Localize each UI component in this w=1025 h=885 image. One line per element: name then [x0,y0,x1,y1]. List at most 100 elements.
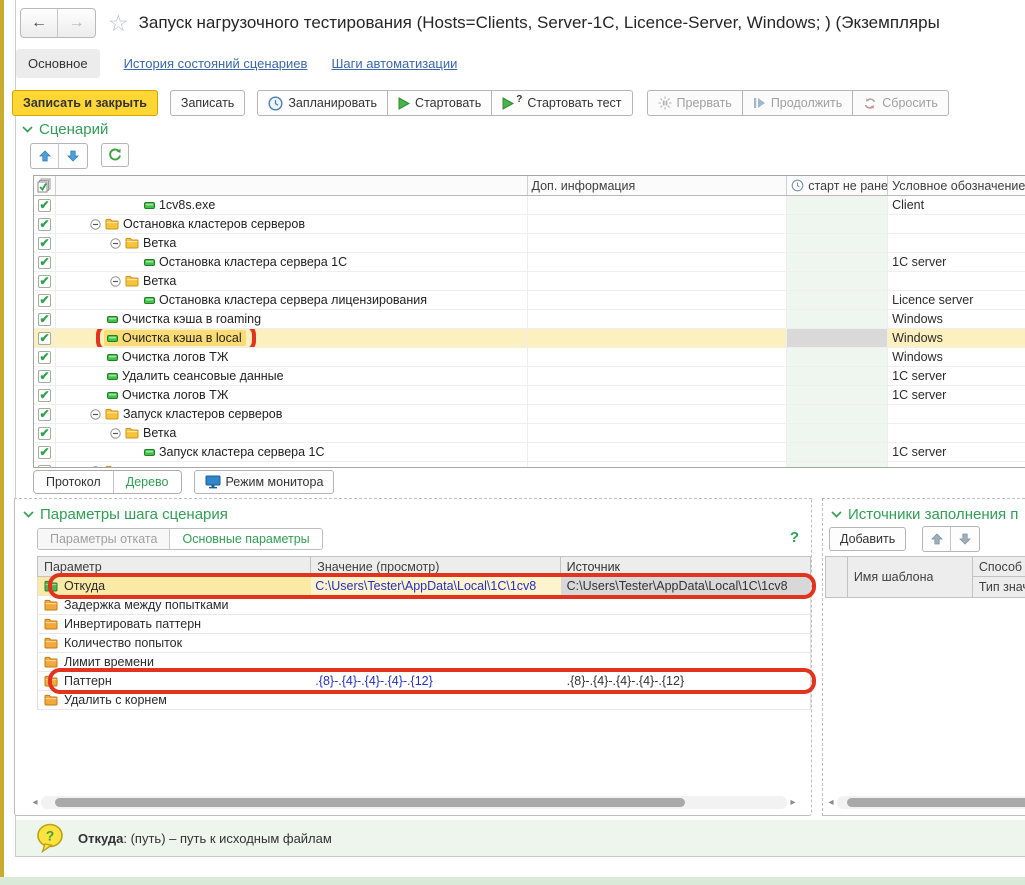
tree-item-annotated[interactable]: Очистка кэша в local [104,330,246,346]
collapse-toggle-icon[interactable] [110,238,121,249]
collapse-toggle-icon[interactable] [110,428,121,439]
tree-row[interactable]: ✔Очистка кэша в localWindows [34,329,1025,348]
tree-row[interactable]: ✔Очистка кэша в roamingWindows [34,310,1025,329]
scrollbar-track[interactable] [837,796,1025,809]
checkbox-checked-icon[interactable]: ✔ [38,218,51,231]
param-row[interactable]: Удалить с корнем [37,691,811,710]
collapse-toggle-icon[interactable] [90,409,101,420]
param-source-cell[interactable]: C:\Users\Tester\AppData\Local\1C\1cv8 [561,577,810,595]
checkbox-checked-icon[interactable]: ✔ [38,465,51,469]
tree-item[interactable]: Запуск кластера сервера 1С [141,444,329,460]
tree-row[interactable]: ✔ Остановка кластеров серверов [34,215,1025,234]
move-down-button[interactable] [951,527,979,551]
params-section-header[interactable]: Параметры шага сценария [23,506,228,523]
scroll-left-arrow[interactable]: ◂ [825,797,837,808]
tree-row[interactable]: ✔Ветка [34,272,1025,291]
tree-item[interactable]: 1cv8s.exe [141,197,219,213]
scroll-right-arrow[interactable]: ▸ [787,797,799,808]
tree-item[interactable]: Остановка кластеров серверов [87,216,309,232]
param-source-cell[interactable] [561,634,810,652]
name-column-header[interactable] [56,176,528,195]
rollback-params-tab[interactable]: Параметры отката [38,529,169,549]
save-button[interactable]: Записать [170,90,245,116]
param-value-cell[interactable] [311,653,560,671]
collapse-toggle-icon[interactable] [90,219,101,230]
tree-row[interactable]: ✔ [34,462,1025,468]
tree-item[interactable]: Очистка логов ТЖ [104,387,232,403]
main-params-tab[interactable]: Основные параметры [169,529,321,549]
value-type-column-header[interactable]: Тип знач [973,577,1025,597]
monitor-mode-button[interactable]: Режим монитора [194,470,335,494]
tree-tab[interactable]: Дерево [113,471,181,493]
tree-item[interactable]: Ветка [107,425,180,441]
schedule-button[interactable]: Запланировать [257,90,387,116]
tree-row[interactable]: ✔Запуск кластера сервера 1С1C server [34,443,1025,462]
move-up-button[interactable] [31,144,59,168]
tab-scenario-history[interactable]: История состояний сценариев [124,56,308,71]
checkbox-checked-icon[interactable]: ✔ [38,408,51,421]
checkbox-checked-icon[interactable]: ✔ [38,256,51,269]
param-value-cell[interactable] [311,634,560,652]
source-column-header[interactable]: Источник [561,557,810,576]
tree-row[interactable]: ✔Остановка кластера сервера 1С1C server [34,253,1025,272]
scrollbar-track[interactable] [41,796,787,809]
start-column-header[interactable]: старт не ранее.. [787,176,888,195]
scrollbar-thumb[interactable] [55,798,685,807]
save-and-close-button[interactable]: Записать и закрыть [12,90,158,116]
start-test-button[interactable]: ? Стартовать тест [491,90,632,116]
tree-row[interactable]: ✔Ветка [34,234,1025,253]
checkbox-checked-icon[interactable]: ✔ [38,332,51,345]
param-value-cell[interactable]: .{8}-.{4}-.{4}-.{4}-.{12} [311,672,560,690]
interrupt-button[interactable]: Прервать [647,90,742,116]
tree-item[interactable] [87,464,127,468]
param-source-cell[interactable] [561,691,810,709]
param-value-cell[interactable] [311,615,560,633]
favorite-star-icon[interactable]: ☆ [108,12,129,35]
collapse-toggle-icon[interactable] [110,276,121,287]
tree-item[interactable]: Запуск кластеров серверов [87,406,286,422]
select-all-header-cell[interactable] [34,176,56,195]
tab-main[interactable]: Основное [16,49,100,78]
add-button[interactable]: Добавить [829,527,906,551]
reset-button[interactable]: Сбросить [852,90,949,116]
tree-row[interactable]: ✔ Остановка кластера сервера лицензирован… [34,291,1025,310]
tree-item[interactable]: Удалить сеансовые данные [104,368,288,384]
tree-item[interactable]: Остановка кластера сервера лицензировани… [141,292,431,308]
param-row[interactable]: Количество попыток [37,634,811,653]
move-up-button[interactable] [923,527,951,551]
checkbox-checked-icon[interactable]: ✔ [38,427,51,440]
param-source-cell[interactable]: .{8}-.{4}-.{4}-.{4}-.{12} [561,672,810,690]
param-column-header[interactable]: Параметр [38,557,311,576]
param-source-cell[interactable] [561,596,810,614]
help-icon[interactable]: ? [790,529,799,546]
tree-item[interactable]: Ветка [107,235,180,251]
tree-item[interactable]: Очистка кэша в roaming [104,311,265,327]
scenario-section-header[interactable]: Сценарий [22,121,108,138]
param-row[interactable]: Лимит времени [37,653,811,672]
usl-column-header[interactable]: Условное обозначение ед [888,176,1025,195]
collapse-toggle-icon[interactable] [90,466,101,469]
param-value-cell[interactable] [311,691,560,709]
param-row[interactable]: Паттерн.{8}-.{4}-.{4}-.{4}-.{12}.{8}-.{4… [37,672,811,691]
tree-row[interactable]: ✔ Запуск кластеров серверов [34,405,1025,424]
tree-row[interactable]: ✔Очистка логов ТЖWindows [34,348,1025,367]
protocol-tab[interactable]: Протокол [34,471,113,493]
forward-button[interactable]: → [58,9,95,37]
param-value-cell[interactable] [311,596,560,614]
tree-row[interactable]: ✔Удалить сеансовые данные1C server [34,367,1025,386]
scroll-left-arrow[interactable]: ◂ [29,797,41,808]
tree-item[interactable]: Очистка логов ТЖ [104,349,232,365]
tree-row[interactable]: ✔1cv8s.exeClient [34,196,1025,215]
checkbox-checked-icon[interactable]: ✔ [38,351,51,364]
param-source-cell[interactable] [561,615,810,633]
checkbox-checked-icon[interactable]: ✔ [38,294,51,307]
param-source-cell[interactable] [561,653,810,671]
checkbox-checked-icon[interactable]: ✔ [38,370,51,383]
value-column-header[interactable]: Значение (просмотр) [311,557,560,576]
tree-row[interactable]: ✔Очистка логов ТЖ1C server [34,386,1025,405]
tree-row[interactable]: ✔ Ветка [34,424,1025,443]
back-button[interactable]: ← [21,9,58,37]
refresh-button[interactable] [101,143,129,167]
param-value-cell[interactable]: C:\Users\Tester\AppData\Local\1C\1cv8 [311,577,560,595]
checkbox-checked-icon[interactable]: ✔ [38,389,51,402]
